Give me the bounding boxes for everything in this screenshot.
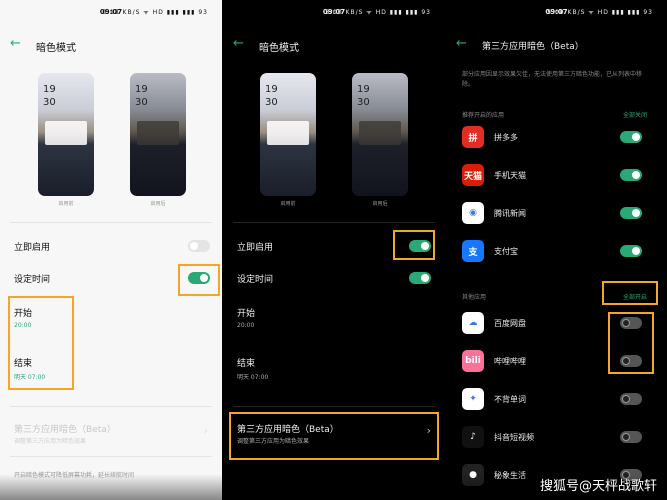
highlight-box: [178, 264, 220, 296]
pinduoduo-icon: 拼: [462, 126, 484, 148]
third-party-dark-sub: 调整第三方应用为暗色效果: [14, 438, 87, 445]
preview-before: 19 30: [38, 73, 94, 196]
set-time-label: 设定时间: [14, 275, 51, 285]
page-title: 第三方应用暗色（Beta）: [482, 42, 584, 52]
status-bar: 09:07 5.00 KB/S ᯤ HD ▮▮▮ ▮▮▮ 93: [223, 8, 445, 20]
enable-now-label: 立即启用: [14, 243, 51, 253]
recommended-section-header: 推荐开启的应用: [462, 112, 505, 119]
watermark: 搜狐号@天枰战歌轩: [0, 474, 667, 500]
app-name: 百度网盘: [494, 319, 526, 328]
app-name: 抖音短视频: [494, 433, 534, 442]
dark-settings-panel: 09:07 5.00 KB/S ᯤ HD ▮▮▮ ▮▮▮ 93 ← 暗色模式 1…: [223, 0, 445, 500]
highlight-box: [602, 281, 658, 305]
status-icons: 5.00 KB/S ᯤ HD ▮▮▮ ▮▮▮ 93: [547, 9, 653, 16]
highlight-box: [608, 312, 654, 374]
start-value: 20:00: [237, 322, 255, 329]
set-time-toggle[interactable]: [409, 272, 431, 284]
alipay-icon: 支: [462, 240, 484, 262]
preview-after-label: 启用后: [150, 201, 166, 207]
preview-after: 19 30: [130, 73, 186, 196]
app-name: 哔哩哔哩: [494, 357, 526, 366]
baidu-netdisk-icon: ☁: [462, 312, 484, 334]
third-party-dark-title[interactable]: 第三方应用暗色（Beta）: [14, 422, 116, 435]
app-dark-toggle[interactable]: [620, 131, 642, 143]
preview-after: 19 30: [352, 73, 408, 196]
third-party-apps-panel: 09:07 5.00 KB/S ᯤ HD ▮▮▮ ▮▮▮ 93 ← 第三方应用暗…: [446, 0, 667, 500]
preview-before-label: 启用前: [58, 201, 74, 207]
app-name: 支付宝: [494, 247, 518, 256]
highlight-box: [393, 230, 435, 260]
bilibili-icon: bili: [462, 350, 484, 372]
tencent-news-icon: ◉: [462, 202, 484, 224]
back-arrow-icon[interactable]: ←: [10, 36, 21, 52]
status-bar: 09:07 5.00 KB/S ᯤ HD ▮▮▮ ▮▮▮ 93: [446, 8, 667, 20]
app-dark-toggle[interactable]: [620, 169, 642, 181]
enable-now-toggle[interactable]: [188, 240, 210, 252]
status-icons: 0.18 KB/S ᯤ HD ▮▮▮ ▮▮▮ 93: [102, 9, 208, 16]
app-dark-toggle[interactable]: [620, 245, 642, 257]
douyin-icon: ♪: [462, 426, 484, 448]
enable-now-label: 立即启用: [237, 243, 274, 253]
other-section-header: 其他应用: [462, 294, 487, 301]
app-dark-toggle[interactable]: [620, 207, 642, 219]
app-name: 手机天猫: [494, 171, 526, 180]
preview-after-label: 启用后: [372, 201, 388, 207]
tmall-icon: 天猫: [462, 164, 484, 186]
status-bar: 09:07 0.18 KB/S ᯤ HD ▮▮▮ ▮▮▮ 93: [0, 8, 222, 20]
app-dark-toggle[interactable]: [620, 431, 642, 443]
preview-before: 19 30: [260, 73, 316, 196]
close-all-button[interactable]: 全部关闭: [623, 110, 647, 119]
highlight-box: [8, 296, 74, 390]
chevron-right-icon: ›: [203, 424, 208, 437]
set-time-label: 设定时间: [237, 275, 274, 285]
back-arrow-icon[interactable]: ←: [233, 36, 244, 52]
status-icons: 5.00 KB/S ᯤ HD ▮▮▮ ▮▮▮ 93: [325, 9, 431, 16]
end-label[interactable]: 结束: [237, 356, 255, 369]
light-settings-panel: 09:07 0.18 KB/S ᯤ HD ▮▮▮ ▮▮▮ 93 ← 暗色模式 1…: [0, 0, 222, 500]
page-title: 暗色模式: [36, 43, 76, 54]
back-arrow-icon[interactable]: ←: [456, 36, 467, 52]
preview-before-label: 启用前: [280, 201, 296, 207]
end-value: 明天 07:00: [237, 374, 269, 381]
page-title: 暗色模式: [259, 43, 299, 54]
app-name: 拼多多: [494, 133, 518, 142]
highlight-box: [229, 412, 439, 460]
bubei-icon: ✦: [462, 388, 484, 410]
start-label[interactable]: 开始: [237, 306, 255, 319]
app-name: 不背单词: [494, 395, 526, 404]
app-name: 腾讯新闻: [494, 209, 526, 218]
app-dark-toggle[interactable]: [620, 393, 642, 405]
description-text: 部分应用因显示效果欠佳，无法使用第三方暗色功能，已从列表中移除。: [462, 71, 643, 88]
